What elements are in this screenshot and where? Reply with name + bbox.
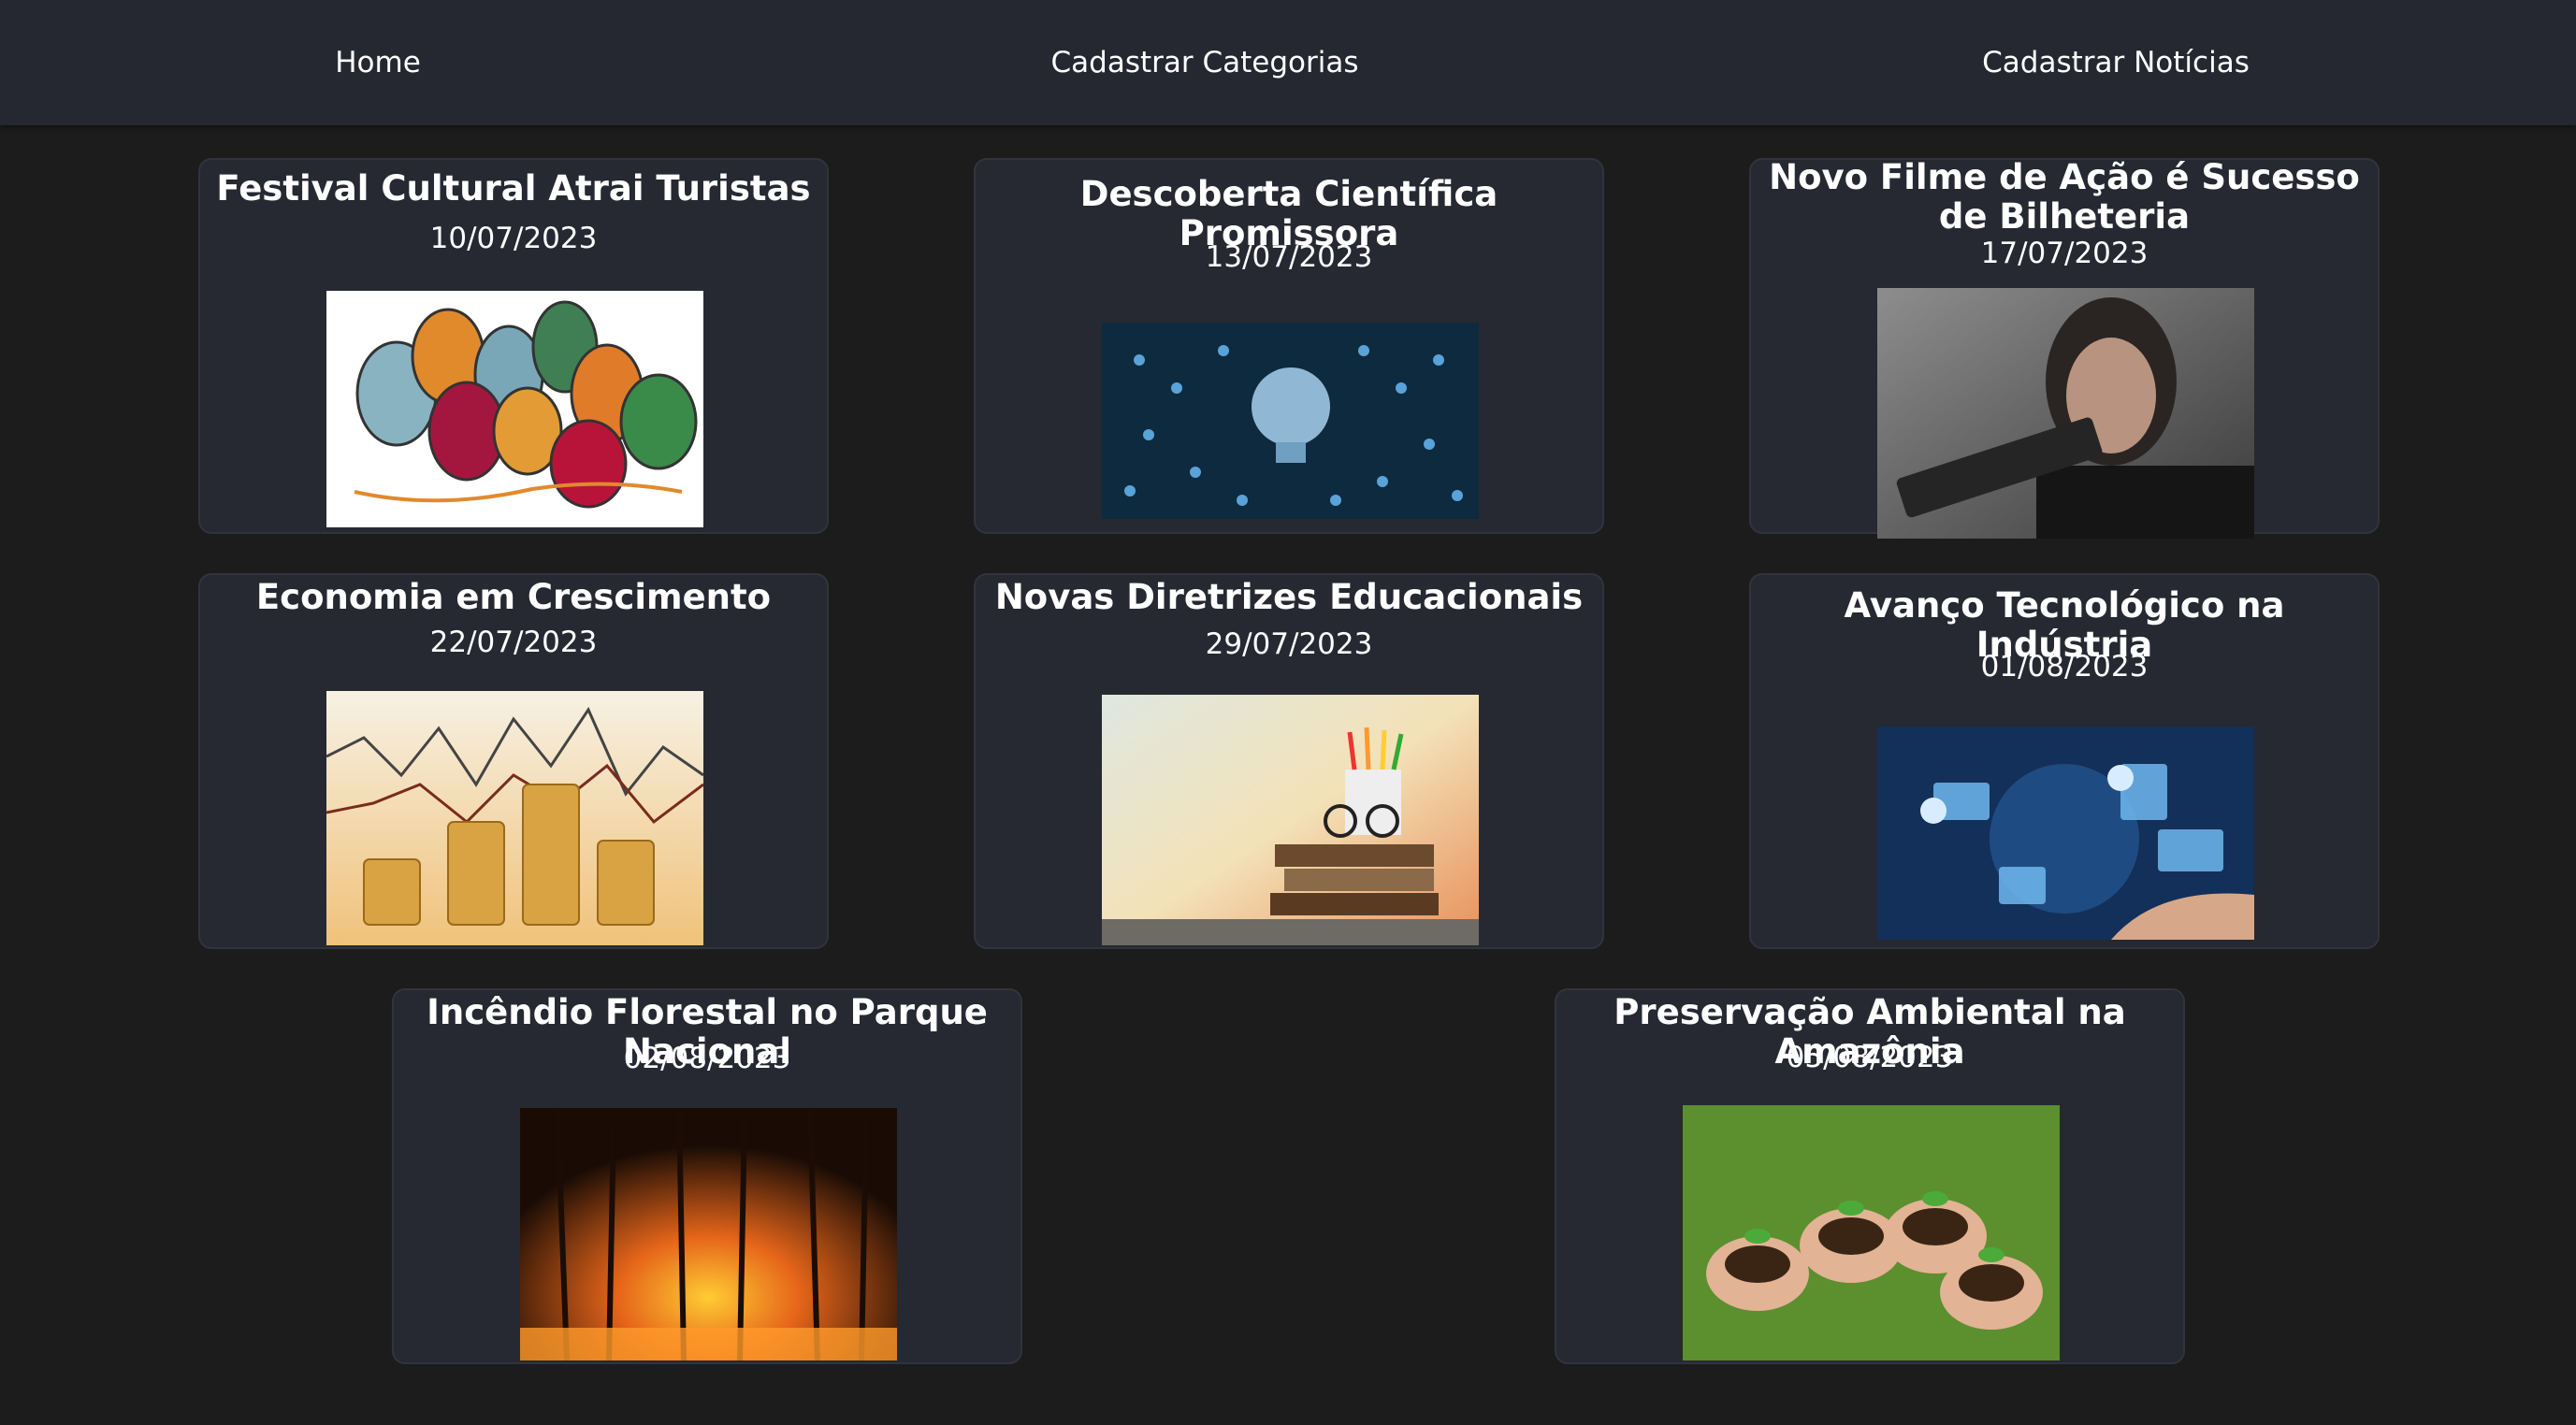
news-card[interactable]: Avanço Tecnológico na Indústria 01/08/20… — [1749, 573, 2380, 949]
news-title: Novo Filme de Ação é Sucesso de Bilheter… — [1769, 157, 2360, 237]
nav-cadastrar-noticias-link[interactable]: Cadastrar Notícias — [1982, 0, 2250, 125]
news-title: Economia em Crescimento — [255, 577, 772, 617]
news-date: 13/07/2023 — [1205, 240, 1373, 274]
tech-hand-image — [1877, 727, 2254, 940]
news-card[interactable]: Descoberta Científica Promissora 13/07/2… — [974, 158, 1604, 534]
news-date: 02/08/2023 — [623, 1042, 791, 1075]
news-title: Festival Cultural Atrai Turistas — [216, 168, 811, 209]
science-lightbulb-image — [1102, 323, 1479, 519]
news-card[interactable]: Preservação Ambiental na Amazônia 05/08/… — [1555, 988, 2185, 1364]
news-card[interactable]: Economia em Crescimento 22/07/2023 — [198, 573, 829, 949]
news-date: 05/08/2023 — [1786, 1041, 1954, 1074]
news-title: Novas Diretrizes Educacionais — [994, 577, 1584, 617]
forest-fire-image — [520, 1108, 897, 1360]
festival-faces-image — [326, 291, 703, 527]
news-date: 10/07/2023 — [429, 222, 598, 255]
news-card[interactable]: Festival Cultural Atrai Turistas 10/07/2… — [198, 158, 829, 534]
books-pencils-image — [1102, 695, 1479, 945]
news-date: 29/07/2023 — [1205, 627, 1373, 661]
news-date: 01/08/2023 — [1980, 650, 2149, 684]
nav-cadastrar-categorias-link[interactable]: Cadastrar Categorias — [1051, 0, 1359, 125]
top-navbar: Home Cadastrar Categorias Cadastrar Notí… — [0, 0, 2576, 125]
news-card[interactable]: Incêndio Florestal no Parque Nacional 02… — [392, 988, 1022, 1364]
nav-home-link[interactable]: Home — [335, 0, 421, 125]
news-date: 17/07/2023 — [1980, 237, 2149, 270]
news-date: 22/07/2023 — [429, 626, 598, 659]
hands-seedlings-image — [1683, 1105, 2060, 1360]
coins-chart-image — [326, 691, 703, 945]
news-card[interactable]: Novas Diretrizes Educacionais 29/07/2023 — [974, 573, 1604, 949]
news-card[interactable]: Novo Filme de Ação é Sucesso de Bilheter… — [1749, 157, 2380, 539]
action-movie-still-image — [1877, 288, 2254, 539]
